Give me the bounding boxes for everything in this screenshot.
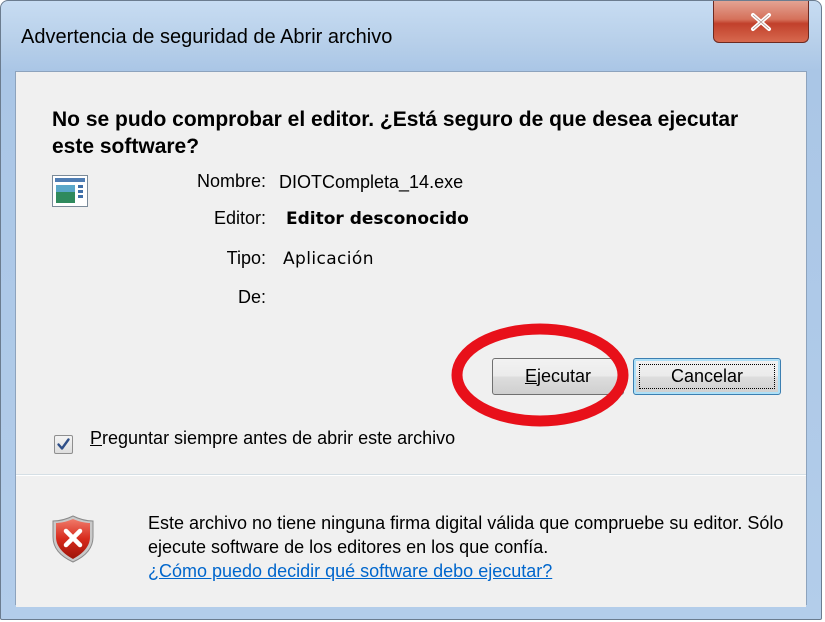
from-label: De: [237, 287, 266, 307]
name-label: Nombre: [196, 171, 266, 191]
publisher-label: Editor: [213, 208, 266, 228]
window-title: Advertencia de seguridad de Abrir archiv… [21, 26, 393, 48]
always-ask-checkbox[interactable] [54, 435, 73, 454]
warning-text: Este archivo no tiene ninguna firma digi… [148, 513, 784, 557]
run-button[interactable]: Ejecutar [492, 358, 624, 395]
security-warning-window: Advertencia de seguridad de Abrir archiv… [0, 0, 822, 620]
dialog-heading: No se pudo comprobar el editor. ¿Está se… [52, 108, 739, 158]
warning-message: Este archivo no tiene ninguna firma digi… [148, 511, 798, 583]
type-value: Aplicación [283, 249, 374, 269]
title-bar[interactable]: Advertencia de seguridad de Abrir archiv… [1, 1, 821, 71]
cancel-button[interactable]: Cancelar [633, 358, 781, 395]
run-button-label: Ejecutar [524, 366, 592, 386]
type-label: Tipo: [226, 248, 266, 268]
help-link[interactable]: ¿Cómo puedo decidir qué software debo ej… [148, 561, 552, 581]
application-window-icon [52, 175, 88, 212]
warning-footer: Este archivo no tiene ninguna firma digi… [16, 474, 806, 607]
red-shield-x-icon [52, 515, 94, 568]
dialog-body: No se pudo comprobar el editor. ¿Está se… [15, 71, 807, 607]
close-button[interactable] [713, 1, 809, 43]
focus-rectangle [639, 364, 775, 389]
always-ask-label[interactable]: Preguntar siempre antes de abrir este ar… [90, 427, 470, 449]
footer-divider [16, 475, 806, 476]
close-icon [749, 12, 773, 32]
checkmark-icon [57, 438, 70, 450]
name-value: DIOTCompleta_14.exe [279, 172, 464, 192]
publisher-value: Editor desconocido [286, 209, 469, 229]
